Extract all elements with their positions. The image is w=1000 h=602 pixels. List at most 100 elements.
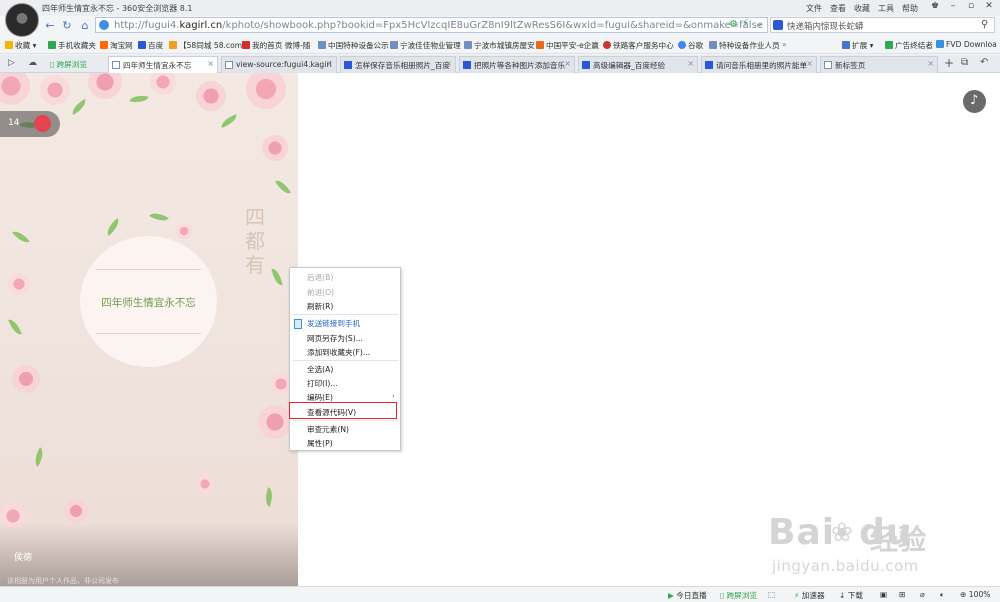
- status-blank-icon[interactable]: ⬚: [768, 590, 775, 599]
- tab-add-music[interactable]: 把照片等各种图片添加音乐 ×: [459, 56, 575, 73]
- search-placeholder: 快递箱内惊现长蛇蟒: [787, 22, 864, 32]
- leaf-decoration: [271, 267, 283, 287]
- volume-icon[interactable]: 🔈︎: [940, 590, 945, 600]
- menu-inspect-element[interactable]: 审查元素(N): [307, 424, 349, 435]
- status-live-button[interactable]: ▶ 今日直播: [668, 590, 707, 601]
- watermark-jingyan: 经验: [870, 523, 927, 556]
- status-download-button[interactable]: ↓ 下载: [839, 590, 863, 601]
- bookmark-property[interactable]: 宁波佳佳物业管理: [390, 40, 461, 51]
- speed-mode-icon[interactable]: ⚡: [742, 18, 749, 29]
- menu-send-to-phone[interactable]: 发送链接到手机: [307, 318, 360, 329]
- sidebar-toggle-icon[interactable]: ▷: [8, 58, 15, 68]
- menu-add-favorite[interactable]: 添加到收藏夹(F)...: [307, 347, 370, 358]
- baidu-icon: [344, 61, 352, 69]
- tab-view-source[interactable]: view-source:fugui4.kagirl ×: [221, 56, 337, 73]
- window-title: 四年师生情宜永不忘 - 360安全浏览器 8.1: [42, 4, 193, 13]
- menu-properties[interactable]: 属性(P): [307, 438, 333, 449]
- skin-icon[interactable]: ♚: [925, 1, 945, 14]
- close-tab-icon[interactable]: ×: [564, 59, 571, 68]
- menu-refresh[interactable]: 刷新(R): [307, 301, 333, 312]
- tab-save-photos[interactable]: 怎样保存音乐相册照片_百度 ×: [340, 56, 456, 73]
- rose-decoration: [0, 73, 30, 105]
- menu-separator: [293, 360, 398, 361]
- grid-icon: [824, 61, 832, 69]
- tab-question[interactable]: 请问音乐相册里的照片能单 ×: [701, 56, 817, 73]
- minimize-icon[interactable]: –: [943, 1, 963, 14]
- bookmark-58[interactable]: 【58同城 58.com: [169, 40, 242, 51]
- address-bar[interactable]: http://fugui4.kagirl.cn/kphoto/showbook.…: [95, 17, 768, 33]
- close-tab-icon[interactable]: ×: [207, 59, 214, 68]
- music-toggle-button[interactable]: ♪: [963, 90, 986, 113]
- bookmarks-bar: 收藏 ▾ 手机收藏夹 淘宝网 百度 【58同城 58.com 我的首页 微博-随…: [0, 36, 1000, 54]
- album-author: 侯德: [14, 553, 33, 563]
- bookmark-taobao[interactable]: 淘宝网: [100, 40, 133, 51]
- status-icon-3[interactable]: ⌀: [920, 590, 925, 599]
- tab-bar: ▷ ☁ ▯ 跨屏浏览 四年师生情宜永不忘 × view-source:fugui4…: [0, 55, 1000, 73]
- bookmark-favorites[interactable]: 收藏 ▾: [5, 40, 36, 51]
- address-dropdown-icon[interactable]: ⌄: [756, 19, 764, 29]
- extensions-button[interactable]: 扩展 ▾: [842, 40, 873, 51]
- rose-decoration: [176, 223, 192, 239]
- bookmark-weibo[interactable]: 我的首页 微博-随: [242, 40, 310, 51]
- search-engine-icon[interactable]: [773, 20, 783, 30]
- rose-decoration: [258, 405, 292, 439]
- menu-select-all[interactable]: 全选(A): [307, 364, 333, 375]
- close-window-icon[interactable]: ✕: [979, 1, 999, 14]
- bookmark-google[interactable]: 谷歌: [678, 40, 703, 51]
- menu-favorites[interactable]: 收藏: [854, 3, 870, 14]
- home-icon[interactable]: ⌂: [77, 18, 93, 33]
- security-icon[interactable]: ⚙: [729, 19, 738, 30]
- tab-current[interactable]: 四年师生情宜永不忘 ×: [108, 56, 218, 73]
- bookmark-housing[interactable]: 宁波市城镇房屋安: [464, 40, 535, 51]
- menu-separator: [293, 314, 398, 315]
- close-tab-icon[interactable]: ×: [806, 59, 813, 68]
- menu-file[interactable]: 文件: [806, 3, 822, 14]
- bookmark-mobile[interactable]: 手机收藏夹: [48, 40, 96, 51]
- fvd-downloader-button[interactable]: FVD Downloa: [936, 40, 997, 49]
- menu-save-as[interactable]: 网页另存为(S)...: [307, 333, 363, 344]
- leaf-decoration: [275, 177, 291, 197]
- page-counter-badge[interactable]: 14: [0, 111, 60, 137]
- status-icon-1[interactable]: ▣: [880, 590, 887, 599]
- tab-new[interactable]: 新标签页 ×: [820, 56, 938, 73]
- refresh-icon[interactable]: ↻: [59, 18, 75, 33]
- context-menu: 后退(B) 前进(O) 刷新(R) 发送链接到手机 网页另存为(S)... 添加…: [289, 267, 401, 451]
- leaf-decoration: [69, 99, 89, 115]
- status-icon-2[interactable]: ⊞: [899, 590, 905, 599]
- status-cross-screen-button[interactable]: ▯ 跨屏浏览: [720, 590, 757, 601]
- cloud-icon[interactable]: ☁: [28, 58, 37, 68]
- search-icon[interactable]: ⚲: [981, 19, 988, 30]
- bookmark-operator[interactable]: 特种设备作业人员: [709, 40, 780, 51]
- bookmark-baidu[interactable]: 百度: [138, 40, 163, 51]
- maximize-icon[interactable]: ▫: [961, 1, 981, 14]
- zoom-level[interactable]: ⊕ 100%: [960, 590, 991, 599]
- new-tab-icon[interactable]: +: [944, 56, 954, 70]
- menu-tools[interactable]: 工具: [878, 3, 894, 14]
- menu-back[interactable]: 后退(B): [307, 272, 333, 283]
- close-tab-icon[interactable]: ×: [927, 59, 934, 68]
- search-input[interactable]: 快递箱内惊现长蛇蟒 ⚲: [770, 17, 995, 33]
- restore-tab-icon[interactable]: ↶: [980, 57, 988, 68]
- rose-icon: [34, 115, 51, 132]
- back-icon[interactable]: ←: [42, 18, 58, 33]
- cross-screen-browse-button[interactable]: ▯ 跨屏浏览: [50, 59, 87, 70]
- menu-forward[interactable]: 前进(O): [307, 287, 334, 298]
- more-bookmarks-icon[interactable]: »: [782, 40, 787, 49]
- status-accelerator-button[interactable]: ⚡ 加速器: [794, 590, 825, 601]
- tab-list-icon[interactable]: ⧉: [961, 57, 968, 68]
- adblock-button[interactable]: 广告终结者: [885, 40, 933, 51]
- bookmark-railway[interactable]: 铁路客户服务中心: [603, 40, 674, 51]
- close-tab-icon[interactable]: ×: [445, 59, 452, 68]
- bookmark-pingan[interactable]: 中国平安-e企赢: [536, 40, 599, 51]
- photo-album-page[interactable]: 14 四 都 有 四年师生情宜永不忘 侯德 该相册为用户个人作品，非公司发布: [0, 73, 298, 586]
- menu-view[interactable]: 查看: [830, 3, 846, 14]
- menu-print[interactable]: 打印(I)...: [307, 378, 338, 389]
- tab-editor[interactable]: 高级编辑器_百度经验 ×: [578, 56, 698, 73]
- close-tab-icon[interactable]: ×: [687, 59, 694, 68]
- bookmark-special-equipment[interactable]: 中国特种设备公示: [318, 40, 389, 51]
- navigation-bar: ← ↻ ⌂ http://fugui4.kagirl.cn/kphoto/sho…: [0, 16, 1000, 35]
- url-text[interactable]: http://fugui4.kagirl.cn/kphoto/showbook.…: [114, 20, 763, 31]
- decorative-seal: 四 都 有: [245, 205, 265, 277]
- menu-help[interactable]: 帮助: [902, 3, 918, 14]
- close-tab-icon[interactable]: ×: [326, 59, 333, 68]
